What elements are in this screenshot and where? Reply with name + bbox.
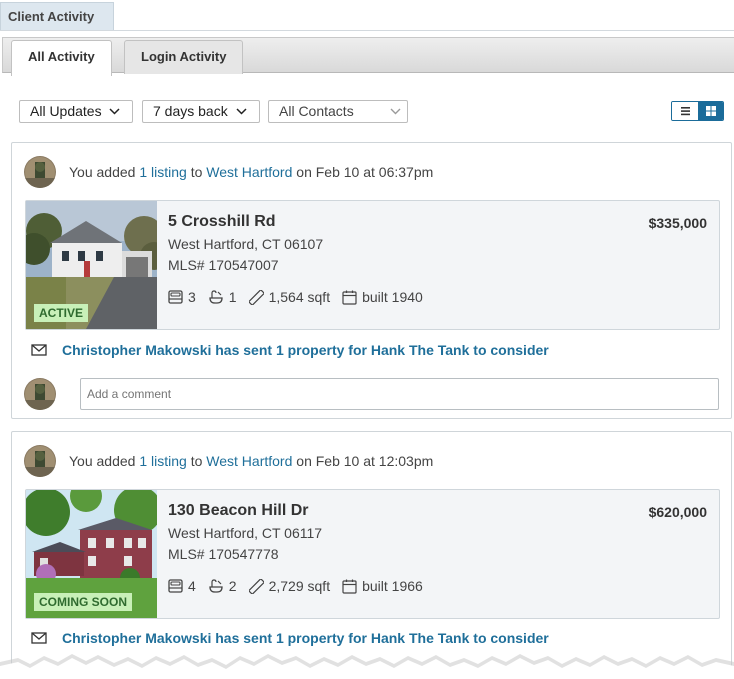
- activity-card: You added 1 listing to West Hartford on …: [11, 142, 732, 419]
- panel-title: Client Activity: [0, 2, 114, 30]
- listing-address[interactable]: 5 Crosshill Rd: [168, 213, 276, 231]
- listing-address[interactable]: 130 Beacon Hill Dr: [168, 502, 309, 520]
- activity-summary: You added 1 listing to West Hartford on …: [69, 453, 433, 469]
- sqft-fact: 1,564 sqft: [248, 289, 331, 305]
- beds-fact: 3: [168, 289, 196, 305]
- view-toggle: [671, 101, 724, 121]
- calendar-icon: [342, 579, 357, 594]
- sqft-fact: 2,729 sqft: [248, 578, 331, 594]
- torn-edge-decoration: [0, 654, 734, 679]
- listing-facts: 4 2 2,729 sqft built 1966: [168, 578, 435, 594]
- status-badge: COMING SOON: [34, 593, 133, 611]
- listing-price: $620,000: [648, 504, 707, 520]
- bath-icon: [209, 289, 223, 304]
- activity-mid: to: [186, 453, 207, 469]
- activity-summary: You added 1 listing to West Hartford on …: [69, 164, 433, 180]
- activity-timestamp: on Feb 10 at 12:03pm: [292, 453, 434, 469]
- listing-facts: 3 1 1,564 sqft built 1940: [168, 289, 435, 305]
- tab-all-activity[interactable]: All Activity: [11, 40, 112, 76]
- built-fact: built 1966: [342, 578, 423, 594]
- sqft-value: 2,729 sqft: [268, 578, 331, 594]
- avatar: [24, 378, 56, 410]
- activity-timestamp: on Feb 10 at 06:37pm: [292, 164, 434, 180]
- days-filter-value: 7 days back: [153, 103, 228, 119]
- grid-view-button[interactable]: [698, 102, 723, 120]
- chevron-down-icon: [109, 108, 121, 115]
- calendar-icon: [342, 290, 357, 305]
- sent-notice[interactable]: Christopher Makowski has sent 1 property…: [31, 342, 549, 358]
- listing-price: $335,000: [648, 215, 707, 231]
- avatar: [24, 156, 56, 188]
- chevron-down-icon: [236, 108, 247, 115]
- listing-count-link[interactable]: 1 listing: [139, 164, 186, 180]
- sent-text[interactable]: Christopher Makowski has sent 1 property…: [62, 342, 549, 358]
- listing-city: West Hartford, CT 06117: [168, 525, 323, 541]
- grid-icon: [706, 106, 716, 116]
- updates-filter-value: All Updates: [30, 103, 102, 119]
- sqft-value: 1,564 sqft: [268, 289, 331, 305]
- listing-mls: MLS# 170547007: [168, 257, 279, 273]
- envelope-icon: [31, 344, 47, 356]
- listing-photo[interactable]: COMING SOON: [26, 490, 157, 618]
- listing-count-link[interactable]: 1 listing: [139, 453, 186, 469]
- tab-strip: All Activity Login Activity: [2, 37, 734, 76]
- area-link[interactable]: West Hartford: [206, 164, 292, 180]
- beds-value: 4: [188, 578, 196, 594]
- updates-filter-select[interactable]: All Updates: [19, 100, 133, 123]
- built-value: built 1966: [362, 578, 423, 594]
- beds-fact: 4: [168, 578, 196, 594]
- bath-icon: [209, 578, 223, 593]
- contacts-filter-select[interactable]: All Contacts: [268, 100, 408, 123]
- baths-fact: 2: [208, 578, 237, 594]
- bed-icon: [168, 579, 183, 593]
- built-value: built 1940: [362, 289, 423, 305]
- baths-value: 2: [228, 578, 237, 594]
- baths-value: 1: [228, 289, 237, 305]
- panel-divider: [0, 30, 734, 31]
- contacts-filter-value: All Contacts: [279, 103, 354, 119]
- tab-login-activity[interactable]: Login Activity: [124, 40, 244, 74]
- days-filter-select[interactable]: 7 days back: [142, 100, 260, 123]
- activity-prefix: You added: [69, 453, 140, 469]
- listing-card[interactable]: ACTIVE 5 Crosshill Rd West Hartford, CT …: [25, 200, 720, 330]
- avatar: [24, 445, 56, 477]
- listing-card[interactable]: COMING SOON 130 Beacon Hill Dr West Hart…: [25, 489, 720, 619]
- status-badge: ACTIVE: [34, 304, 89, 322]
- listing-mls: MLS# 170547778: [168, 546, 279, 562]
- ruler-icon: [248, 578, 264, 594]
- list-icon: [681, 107, 690, 116]
- listing-photo[interactable]: ACTIVE: [26, 201, 157, 329]
- bed-icon: [168, 290, 183, 304]
- beds-value: 3: [188, 289, 196, 305]
- listing-city: West Hartford, CT 06107: [168, 236, 324, 252]
- ruler-icon: [248, 289, 264, 305]
- chevron-down-icon: [390, 108, 401, 115]
- list-view-button[interactable]: [672, 102, 698, 120]
- built-fact: built 1940: [342, 289, 423, 305]
- comment-input[interactable]: [80, 378, 719, 410]
- area-link[interactable]: West Hartford: [206, 453, 292, 469]
- activity-prefix: You added: [69, 164, 140, 180]
- activity-mid: to: [186, 164, 207, 180]
- baths-fact: 1: [208, 289, 237, 305]
